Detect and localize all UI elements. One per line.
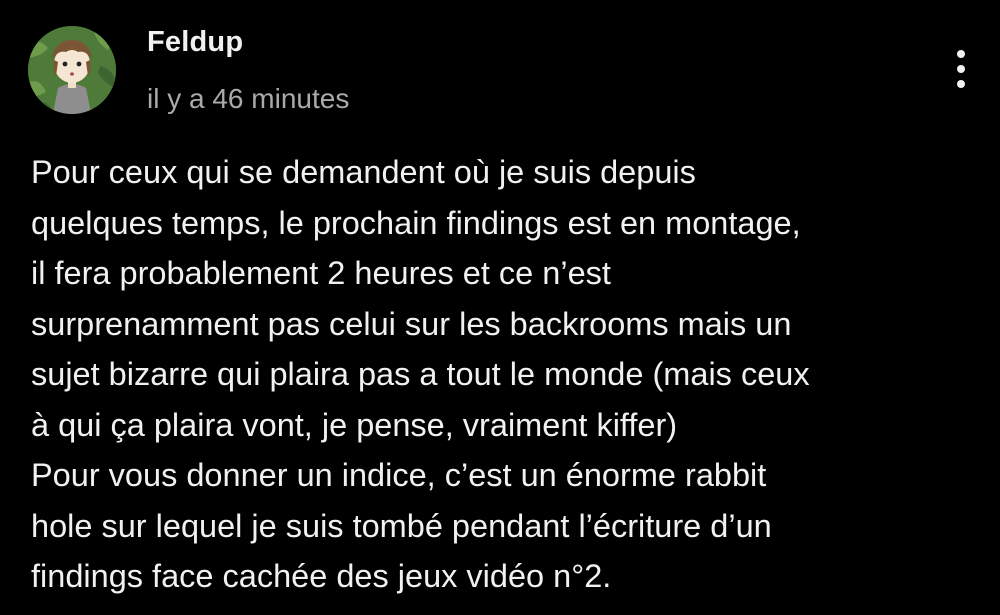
more-vertical-icon-dot-2 xyxy=(957,65,965,73)
avatar-character-icon xyxy=(28,26,116,114)
comment-line: surprenamment pas celui sur les backroom… xyxy=(31,305,792,342)
comment-line: hole sur lequel je suis tombé pendant l’… xyxy=(31,507,772,544)
more-options-button[interactable] xyxy=(944,46,978,92)
comment-timestamp[interactable]: il y a 46 minutes xyxy=(147,83,349,115)
author-avatar[interactable] xyxy=(28,26,116,114)
comment-line: à qui ça plaira vont, je pense, vraiment… xyxy=(31,406,678,443)
comment-line: findings face cachée des jeux vidéo n°2. xyxy=(31,558,612,594)
comment-line: Pour ceux qui se demandent où je suis de… xyxy=(31,154,696,190)
comment-line: il fera probablement 2 heures et ce n’es… xyxy=(31,255,611,291)
comment-line: Pour vous donner un indice, c’est un éno… xyxy=(31,457,767,493)
comment-line: quelques temps, le prochain findings est… xyxy=(31,204,801,241)
comment-card: Feldup il y a 46 minutes Pour ceux qui s… xyxy=(0,0,1000,615)
more-vertical-icon-dot-3 xyxy=(957,80,965,88)
comment-line: sujet bizarre qui plaira pas a tout le m… xyxy=(31,356,810,392)
more-vertical-icon xyxy=(957,50,965,58)
comment-text: Pour ceux qui se demandent où je suis de… xyxy=(31,147,981,602)
author-name[interactable]: Feldup xyxy=(147,26,243,59)
